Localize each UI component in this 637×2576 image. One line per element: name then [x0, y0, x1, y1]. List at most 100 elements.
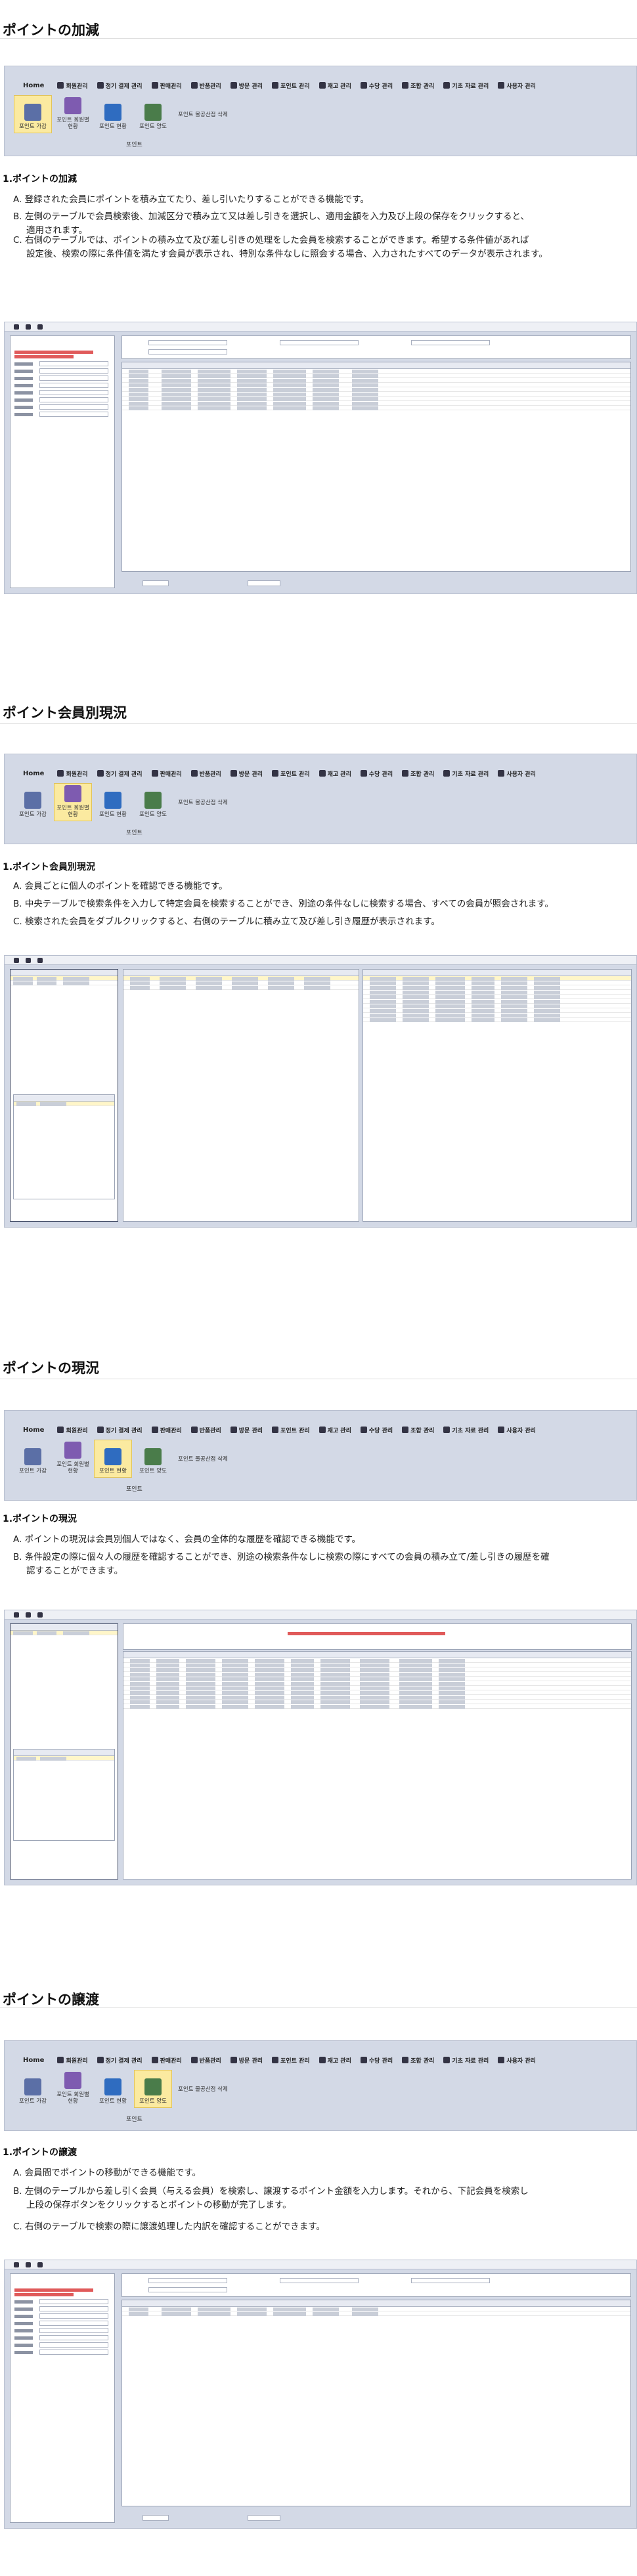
menu-item[interactable]: 정기 결제 관리	[97, 769, 143, 778]
search-input[interactable]	[411, 2278, 490, 2283]
menu-item[interactable]: 방문 관리	[230, 81, 263, 90]
table-row[interactable]	[11, 1631, 118, 1635]
ribbon-extra[interactable]: 포인트 몰공산점 삭제	[178, 95, 228, 133]
field-input[interactable]	[39, 2313, 108, 2319]
menu-item[interactable]: 조합 관리	[402, 2056, 434, 2065]
ribbon-button[interactable]: 포인트 가감	[14, 2070, 52, 2108]
table-row[interactable]	[363, 985, 631, 990]
table-row[interactable]	[123, 976, 359, 981]
table-row[interactable]	[122, 369, 630, 374]
menu-item[interactable]: 포인트 관리	[272, 81, 310, 90]
ribbon-button[interactable]: 포인트 가감	[14, 95, 52, 133]
menu-item[interactable]: 반품관리	[190, 81, 221, 90]
ribbon-button[interactable]: 포인트 현황	[94, 2070, 132, 2108]
menu-item[interactable]: 방문 관리	[230, 769, 263, 778]
table-row[interactable]	[14, 1756, 114, 1761]
table-row[interactable]	[123, 1677, 631, 1681]
menu-item[interactable]: 회원관리	[57, 1426, 88, 1434]
table-row[interactable]	[11, 981, 118, 985]
search-input[interactable]	[148, 340, 227, 345]
menu-item[interactable]: 반품관리	[190, 769, 221, 778]
menu-item[interactable]: 수당 관리	[360, 2056, 393, 2065]
table-row[interactable]	[363, 999, 631, 1004]
table-row[interactable]	[14, 1102, 114, 1106]
menu-item[interactable]: 판매관리	[151, 2056, 182, 2065]
menu-item[interactable]: 방문 관리	[230, 1426, 263, 1434]
ribbon-extra[interactable]: 포인트 몰공산점 삭제	[178, 1440, 228, 1478]
table-row[interactable]	[122, 387, 630, 392]
table-row[interactable]	[122, 2311, 630, 2316]
menu-item[interactable]: 조합 관리	[402, 81, 434, 90]
menu-item[interactable]: 사용자 관리	[498, 81, 536, 90]
table-row[interactable]	[122, 383, 630, 387]
table-row[interactable]	[123, 1658, 631, 1663]
table-row[interactable]	[122, 392, 630, 397]
field-input[interactable]	[39, 361, 108, 366]
search-input[interactable]	[280, 340, 359, 345]
table-row[interactable]	[123, 1686, 631, 1690]
menu-item[interactable]: 수당 관리	[360, 81, 393, 90]
menu-item[interactable]: 조합 관리	[402, 1426, 434, 1434]
field-input[interactable]	[39, 2335, 108, 2340]
menu-item[interactable]: 재고 관리	[318, 1426, 351, 1434]
menu-item[interactable]: 재고 관리	[318, 2056, 351, 2065]
search-input[interactable]	[280, 2278, 359, 2283]
table-row[interactable]	[123, 985, 359, 990]
menu-item[interactable]: 판매관리	[151, 1426, 182, 1434]
ribbon-button[interactable]: 포인트 회원별 현황	[54, 783, 92, 821]
ribbon-button[interactable]: 포인트 현황	[94, 783, 132, 821]
menu-home[interactable]: Home	[23, 82, 44, 89]
menu-item[interactable]: 회원관리	[57, 81, 88, 90]
search-input[interactable]	[148, 2287, 227, 2292]
field-input[interactable]	[39, 2328, 108, 2333]
menu-item[interactable]: 기초 자료 관리	[443, 81, 489, 90]
ribbon-extra[interactable]: 포인트 몰공산점 삭제	[178, 783, 228, 821]
table-row[interactable]	[122, 397, 630, 401]
search-input[interactable]	[411, 340, 490, 345]
field-input[interactable]	[39, 390, 108, 395]
field-input[interactable]	[39, 2321, 108, 2326]
table-row[interactable]	[363, 995, 631, 999]
ribbon-button[interactable]: 포인트 양도	[134, 1440, 172, 1478]
menu-item[interactable]: 포인트 관리	[272, 1426, 310, 1434]
menu-item[interactable]: 정기 결제 관리	[97, 1426, 143, 1434]
table-row[interactable]	[363, 981, 631, 985]
menu-item[interactable]: 회원관리	[57, 769, 88, 778]
ribbon-button[interactable]: 포인트 양도	[134, 95, 172, 133]
field-input[interactable]	[39, 2306, 108, 2311]
menu-home[interactable]: Home	[23, 1427, 44, 1434]
field-input[interactable]	[39, 2350, 108, 2355]
menu-item[interactable]: 기초 자료 관리	[443, 769, 489, 778]
menu-item[interactable]: 판매관리	[151, 81, 182, 90]
menu-item[interactable]: 판매관리	[151, 769, 182, 778]
menu-item[interactable]: 기초 자료 관리	[443, 2056, 489, 2065]
ribbon-button[interactable]: 포인트 양도	[134, 783, 172, 821]
field-input[interactable]	[39, 397, 108, 402]
menu-item[interactable]: 반품관리	[190, 2056, 221, 2065]
ribbon-button[interactable]: 포인트 가감	[14, 1440, 52, 1478]
ribbon-button[interactable]: 포인트 현황	[94, 95, 132, 133]
table-row[interactable]	[122, 2307, 630, 2311]
ribbon-button[interactable]: 포인트 가감	[14, 783, 52, 821]
table-row[interactable]	[122, 378, 630, 383]
menu-home[interactable]: Home	[23, 770, 44, 777]
field-input[interactable]	[39, 412, 108, 417]
menu-item[interactable]: 반품관리	[190, 1426, 221, 1434]
menu-item[interactable]: 포인트 관리	[272, 769, 310, 778]
table-row[interactable]	[363, 1008, 631, 1013]
menu-item[interactable]: 사용자 관리	[498, 1426, 536, 1434]
menu-item[interactable]: 사용자 관리	[498, 2056, 536, 2065]
menu-item[interactable]: 재고 관리	[318, 769, 351, 778]
menu-item[interactable]: 포인트 관리	[272, 2056, 310, 2065]
menu-item[interactable]: 방문 관리	[230, 2056, 263, 2065]
table-row[interactable]	[363, 976, 631, 981]
table-row[interactable]	[122, 374, 630, 378]
table-row[interactable]	[123, 1695, 631, 1700]
menu-item[interactable]: 수당 관리	[360, 769, 393, 778]
field-input[interactable]	[39, 2342, 108, 2348]
table-row[interactable]	[122, 401, 630, 406]
menu-item[interactable]: 정기 결제 관리	[97, 2056, 143, 2065]
table-row[interactable]	[123, 1690, 631, 1695]
ribbon-button[interactable]: 포인트 회원별 현황	[54, 1440, 92, 1478]
table-row[interactable]	[363, 1004, 631, 1008]
